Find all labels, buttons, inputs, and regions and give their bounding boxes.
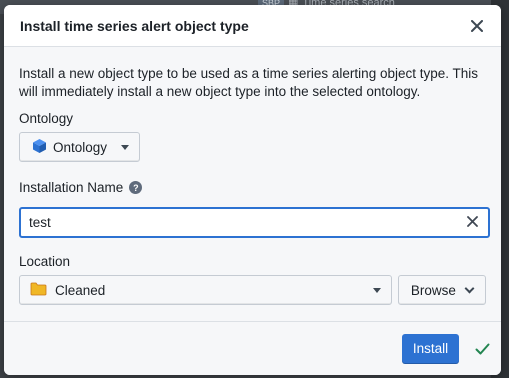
help-icon[interactable]: ? [129, 181, 143, 194]
dialog-header: Install time series alert object type [4, 5, 501, 47]
dialog-body: Install a new object type to be used as … [4, 47, 501, 321]
caret-down-icon [121, 144, 129, 150]
browse-button[interactable]: Browse [397, 275, 486, 305]
installation-name-input[interactable]: test [19, 207, 490, 238]
location-label: Location [19, 254, 486, 269]
installation-name-label: Installation Name ? [19, 180, 486, 195]
close-icon[interactable] [467, 16, 487, 36]
ontology-select[interactable]: Ontology [19, 132, 140, 162]
install-button[interactable]: Install [402, 333, 459, 364]
dialog-title: Install time series alert object type [20, 17, 249, 34]
cube-icon [32, 138, 47, 157]
check-icon [473, 340, 491, 358]
ontology-label-text: Ontology [19, 111, 74, 126]
installation-name-value[interactable]: test [29, 215, 464, 230]
dialog-footer: Install [4, 321, 501, 375]
chevron-down-icon [464, 283, 475, 293]
location-label-text: Location [19, 254, 71, 269]
clear-icon[interactable] [464, 214, 480, 232]
location-select-value: Cleaned [55, 282, 106, 298]
browse-button-label: Browse [410, 282, 456, 298]
location-row: Cleaned Browse [19, 275, 486, 305]
ontology-label: Ontology [19, 111, 486, 126]
install-button-label: Install [412, 341, 449, 356]
installation-name-label-text: Installation Name [19, 180, 124, 195]
folder-icon [30, 282, 47, 299]
ontology-select-value: Ontology [53, 139, 108, 155]
dialog-description: Install a new object type to be used as … [19, 66, 478, 99]
install-dialog: Install time series alert object type In… [4, 5, 501, 375]
location-select[interactable]: Cleaned [19, 275, 392, 305]
caret-down-icon [372, 287, 381, 293]
